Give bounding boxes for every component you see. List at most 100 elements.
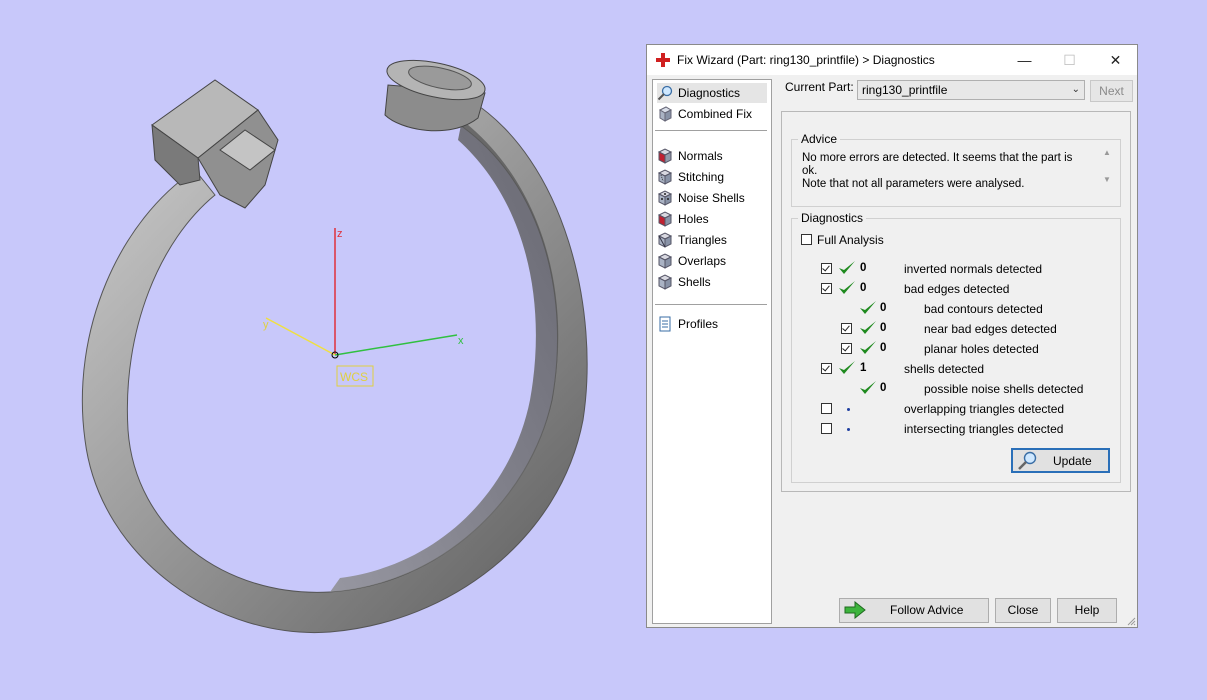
follow-advice-label: Follow Advice — [890, 603, 964, 617]
diagnostics-group-label: Diagnostics — [798, 211, 867, 225]
fix-wizard-dialog: Fix Wizard (Part: ring130_printfile) > D… — [646, 44, 1138, 628]
advice-text: No more errors are detected. It seems th… — [802, 152, 1073, 190]
planar-holes-label: planar holes detected — [924, 342, 1039, 356]
full-analysis-label: Full Analysis — [817, 233, 884, 247]
shells-cube-icon — [657, 274, 673, 290]
x-axis — [334, 334, 458, 356]
nav-item-diagnostics[interactable]: Diagnostics — [657, 83, 767, 103]
stitching-cube-icon — [657, 169, 673, 185]
near-bad-edges-label: near bad edges detected — [924, 322, 1057, 336]
y-axis — [265, 317, 336, 356]
green-check-icon — [860, 321, 876, 334]
advice-group-label: Advice — [798, 132, 841, 146]
nav-separator — [655, 130, 767, 131]
current-part-value: ring130_printfile — [862, 83, 948, 97]
nav-item-overlaps[interactable]: Overlaps — [657, 251, 767, 271]
maximize-button[interactable]: ☐ — [1047, 45, 1092, 75]
inverted-normals-checkbox[interactable] — [821, 263, 832, 274]
magnifier-icon — [657, 85, 673, 101]
nav-item-label: Diagnostics — [678, 86, 741, 100]
noise-shells-count: 0 — [880, 382, 887, 394]
help-button[interactable]: Help — [1057, 598, 1117, 623]
nav-separator — [655, 304, 767, 305]
inverted-normals-count: 0 — [860, 262, 867, 274]
nav-item-label: Shells — [678, 275, 711, 289]
green-check-icon — [839, 361, 855, 374]
planar-holes-count: 0 — [880, 342, 887, 354]
cube-icon — [658, 106, 673, 122]
update-button[interactable]: Update — [1011, 448, 1110, 473]
green-check-icon — [839, 261, 855, 274]
update-button-label: Update — [1053, 454, 1092, 468]
shells-label: shells detected — [904, 362, 985, 376]
green-check-icon — [860, 301, 876, 314]
nav-item-normals[interactable]: Normals — [657, 146, 767, 166]
green-check-icon — [839, 281, 855, 294]
nav-item-stitching[interactable]: Stitching — [657, 167, 767, 187]
holes-cube-icon — [657, 211, 673, 227]
near-bad-edges-count: 0 — [880, 322, 887, 334]
nav-item-label: Stitching — [678, 170, 725, 184]
green-arrow-icon — [844, 601, 866, 619]
near-bad-edges-checkbox[interactable] — [841, 323, 852, 334]
bad-edges-label: bad edges detected — [904, 282, 1010, 296]
nav-item-profiles[interactable]: Profiles — [657, 314, 767, 334]
current-part-label: Current Part: — [785, 80, 854, 94]
nav-item-label: Noise Shells — [678, 191, 745, 205]
x-axis-label: x — [458, 335, 464, 347]
full-analysis-checkbox[interactable] — [801, 234, 812, 245]
planar-holes-checkbox[interactable] — [841, 343, 852, 354]
nav-item-label: Triangles — [678, 233, 727, 247]
intersecting-triangles-label: intersecting triangles detected — [904, 422, 1064, 436]
bad-edges-checkbox[interactable] — [821, 283, 832, 294]
bad-contours-count: 0 — [880, 302, 887, 314]
nav-item-noise-shells[interactable]: Noise Shells — [657, 188, 767, 208]
overlapping-triangles-checkbox[interactable] — [821, 403, 832, 414]
next-button[interactable]: Next — [1090, 80, 1133, 102]
document-icon — [659, 316, 671, 332]
follow-advice-button[interactable]: Follow Advice — [839, 598, 989, 623]
nav-item-label: Normals — [678, 149, 723, 163]
chevron-down-icon: ⌄ — [1071, 84, 1080, 95]
pending-dot-icon — [847, 428, 850, 431]
close-window-button[interactable]: ✕ — [1093, 45, 1138, 75]
nav-item-label: Overlaps — [678, 254, 727, 268]
noise-shells-label: possible noise shells detected — [924, 382, 1084, 396]
wcs-label: WCS — [340, 370, 368, 384]
3d-viewport[interactable]: z x y WCS — [0, 0, 640, 697]
wizard-nav-panel: Diagnostics Combined Fix Normals Stitchi… — [652, 79, 772, 624]
nav-item-combined-fix[interactable]: Combined Fix — [657, 104, 767, 124]
close-button[interactable]: Close — [995, 598, 1051, 623]
noise-shells-icon — [657, 190, 673, 206]
bad-edges-count: 0 — [860, 282, 867, 294]
nav-item-label: Combined Fix — [678, 107, 753, 121]
overlaps-cube-icon — [657, 253, 673, 269]
resize-grip-icon[interactable] — [1126, 616, 1136, 626]
normals-cube-icon — [657, 148, 673, 164]
z-axis-label: z — [337, 228, 343, 240]
y-axis-label: y — [263, 319, 269, 331]
window-title: Fix Wizard (Part: ring130_printfile) > D… — [677, 53, 935, 67]
nav-item-label: Holes — [678, 212, 709, 226]
pending-dot-icon — [847, 408, 850, 411]
nav-item-shells[interactable]: Shells — [657, 272, 767, 292]
advice-scrollbar[interactable]: ▲ ▼ — [1100, 148, 1114, 192]
nav-item-label: Profiles — [678, 317, 719, 331]
green-check-icon — [860, 341, 876, 354]
shells-checkbox[interactable] — [821, 363, 832, 374]
red-cross-icon — [656, 53, 670, 67]
green-check-icon — [860, 381, 876, 394]
triangles-cube-icon — [657, 232, 673, 248]
overlapping-triangles-label: overlapping triangles detected — [904, 402, 1065, 416]
nav-item-holes[interactable]: Holes — [657, 209, 767, 229]
inverted-normals-label: inverted normals detected — [904, 262, 1043, 276]
minimize-button[interactable]: — — [1002, 45, 1047, 75]
bad-contours-label: bad contours detected — [924, 302, 1043, 316]
current-part-select[interactable]: ring130_printfile ⌄ — [857, 80, 1085, 100]
shells-count: 1 — [860, 362, 867, 374]
intersecting-triangles-checkbox[interactable] — [821, 423, 832, 434]
advice-group: Advice No more errors are detected. It s… — [791, 132, 1121, 207]
title-bar[interactable]: Fix Wizard (Part: ring130_printfile) > D… — [647, 45, 1137, 75]
ring-model[interactable]: z x y WCS — [0, 0, 640, 697]
nav-item-triangles[interactable]: Triangles — [657, 230, 767, 250]
